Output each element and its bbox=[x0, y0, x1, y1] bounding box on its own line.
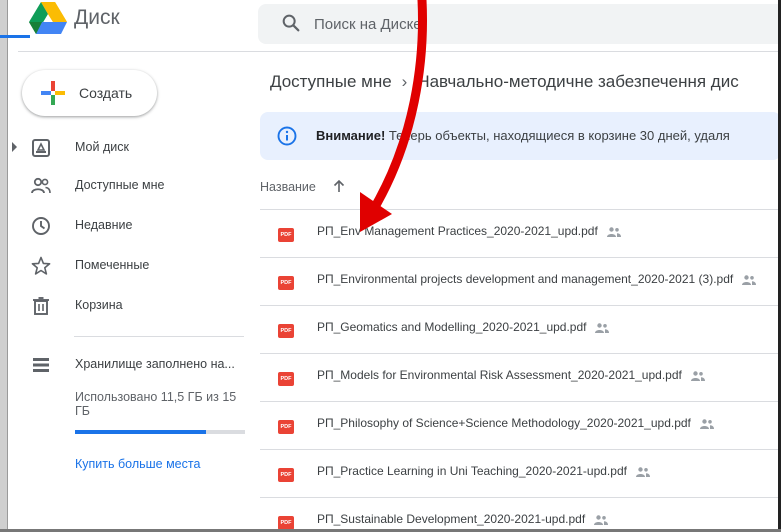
shared-icon bbox=[690, 371, 705, 381]
file-name-text: РП_Practice Learning in Uni Teaching_202… bbox=[317, 464, 627, 478]
file-row[interactable]: PDF РП_Geomatics and Modelling_2020-2021_… bbox=[260, 306, 781, 354]
shared-icon bbox=[635, 467, 650, 477]
shared-icon bbox=[699, 419, 714, 429]
storage-used-text: Использовано 11,5 ГБ из 15 ГБ bbox=[75, 390, 237, 418]
shared-icon bbox=[595, 323, 610, 333]
file-name-text: РП_Environmental projects development an… bbox=[317, 272, 734, 286]
column-name-header[interactable]: Название bbox=[260, 180, 316, 194]
sidebar-item-shared[interactable]: Доступные мне bbox=[18, 168, 258, 204]
sidebar-item-trash[interactable]: Корзина bbox=[18, 288, 258, 324]
file-row[interactable]: PDF РП_Environmental projects development… bbox=[260, 258, 781, 306]
file-name: РП_Philosophy of Science+Science Methodo… bbox=[317, 416, 715, 430]
pdf-file-icon: PDF bbox=[278, 276, 294, 290]
sidebar-item-my-drive[interactable]: Мой диск bbox=[12, 130, 258, 166]
file-name: РП_Practice Learning in Uni Teaching_202… bbox=[317, 464, 651, 478]
pdf-file-icon: PDF bbox=[278, 324, 294, 338]
shared-icon bbox=[606, 227, 621, 237]
search-icon[interactable] bbox=[280, 12, 302, 34]
file-row[interactable]: PDF РП_Philosophy of Science+Science Meth… bbox=[260, 402, 781, 450]
trash-icon bbox=[33, 297, 49, 315]
sidebar-item-label: Корзина bbox=[75, 298, 123, 312]
storage-icon bbox=[33, 358, 49, 372]
expand-arrow-icon[interactable] bbox=[12, 142, 17, 152]
file-name: РП_Sustainable Development_2020-2021-upd… bbox=[317, 512, 609, 526]
star-icon bbox=[31, 256, 51, 275]
pdf-file-icon: PDF bbox=[278, 468, 294, 482]
file-name: РП_Geomatics and Modelling_2020-2021_upd… bbox=[317, 320, 610, 334]
drive-icon bbox=[32, 139, 50, 157]
buy-more-storage-link[interactable]: Купить больше места bbox=[75, 457, 200, 471]
pdf-file-icon: PDF bbox=[278, 420, 294, 434]
info-icon bbox=[277, 126, 297, 146]
file-name: РП_Models for Environmental Risk Assessm… bbox=[317, 368, 706, 382]
shared-icon bbox=[742, 275, 757, 285]
file-name-text: РП_Philosophy of Science+Science Methodo… bbox=[317, 416, 691, 430]
storage-label: Хранилище заполнено на... bbox=[75, 357, 235, 371]
sidebar: Создать Мой диск Доступные мне Недавние bbox=[12, 52, 258, 529]
file-row[interactable]: PDF РП_Models for Environmental Risk Asse… bbox=[260, 354, 781, 402]
pdf-file-icon: PDF bbox=[278, 516, 294, 530]
google-drive-logo-icon[interactable] bbox=[28, 0, 68, 36]
pdf-file-icon: PDF bbox=[278, 228, 294, 242]
sidebar-item-storage[interactable]: Хранилище заполнено на... bbox=[18, 347, 258, 377]
storage-progress-bar bbox=[75, 430, 245, 434]
sidebar-item-label: Недавние bbox=[75, 218, 133, 232]
shared-icon bbox=[594, 515, 609, 525]
sidebar-item-recent[interactable]: Недавние bbox=[18, 208, 258, 244]
shared-people-icon bbox=[31, 177, 51, 194]
file-row[interactable]: PDF РП_Practice Learning in Uni Teaching_… bbox=[260, 450, 781, 498]
file-name: РП_Environmental projects development an… bbox=[317, 272, 757, 286]
clock-icon bbox=[32, 217, 50, 235]
file-row[interactable]: PDF РП_Sustainable Development_2020-2021-… bbox=[260, 498, 781, 532]
storage-progress-fill bbox=[75, 430, 206, 434]
breadcrumb-current[interactable]: Навчально-методичне забезпечення дис bbox=[417, 72, 738, 91]
window-frame-left bbox=[0, 0, 8, 532]
file-name-text: РП_Models for Environmental Risk Assessm… bbox=[317, 368, 682, 382]
sidebar-item-starred[interactable]: Помеченные bbox=[18, 248, 258, 284]
create-button-label: Создать bbox=[79, 85, 133, 101]
sidebar-item-label: Доступные мне bbox=[75, 178, 165, 192]
app-title[interactable]: Диск bbox=[74, 6, 120, 30]
file-name-text: РП_Sustainable Development_2020-2021-upd… bbox=[317, 512, 586, 526]
pdf-file-icon: PDF bbox=[278, 372, 294, 386]
annotation-arrow bbox=[360, 0, 427, 232]
plus-icon bbox=[41, 81, 65, 105]
sidebar-item-label: Помеченные bbox=[75, 258, 150, 272]
file-name-text: РП_Geomatics and Modelling_2020-2021_upd… bbox=[317, 320, 587, 334]
create-button[interactable]: Создать bbox=[22, 70, 157, 116]
sidebar-item-label: Мой диск bbox=[75, 140, 129, 154]
sidebar-divider bbox=[74, 336, 244, 337]
